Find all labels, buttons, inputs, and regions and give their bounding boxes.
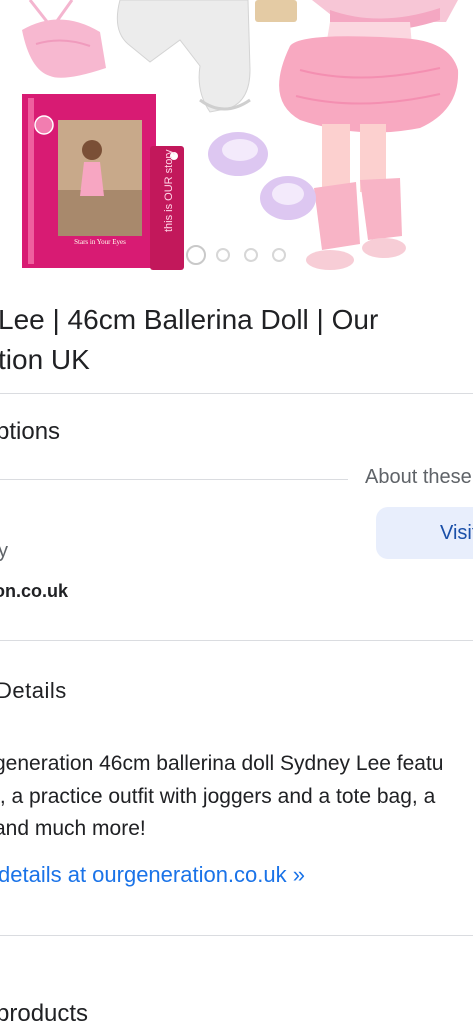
seller-label: y <box>0 540 8 563</box>
bookmark-image: this is OUR story <box>150 146 184 270</box>
ticket-tag-image <box>255 0 297 22</box>
doll-image <box>279 0 458 270</box>
product-title: Lee | 46cm Ballerina Doll | Our tion UK <box>0 300 473 380</box>
divider <box>0 393 473 394</box>
carousel-dot-3[interactable] <box>244 248 258 262</box>
carousel-dot-2[interactable] <box>216 248 230 262</box>
carousel-dot-1[interactable] <box>186 245 206 265</box>
product-image-carousel[interactable]: Stars in Your Eyes this is OUR story <box>0 0 473 275</box>
description-line: generation 46cm ballerina doll Sydney Le… <box>0 748 473 781</box>
carousel-dot-4[interactable] <box>272 248 286 262</box>
more-details-link[interactable]: details at ourgeneration.co.uk » <box>0 862 305 888</box>
book-image: Stars in Your Eyes <box>22 94 156 268</box>
bookmark-text: this is OUR story <box>163 149 175 232</box>
seller-domain[interactable]: on.co.uk <box>0 581 68 602</box>
description-line: and much more! <box>0 813 473 846</box>
details-heading: Details <box>0 678 67 704</box>
divider <box>0 479 348 480</box>
description-line: t, a practice outfit with joggers and a … <box>0 781 473 814</box>
book-title-text: Stars in Your Eyes <box>74 238 126 246</box>
divider <box>0 935 473 936</box>
about-these-results-link[interactable]: About these <box>365 466 472 489</box>
product-description: generation 46cm ballerina doll Sydney Le… <box>0 748 473 846</box>
divider <box>0 640 473 641</box>
visit-site-button[interactable]: Visit <box>376 507 473 559</box>
product-photo: Stars in Your Eyes this is OUR story <box>0 0 473 275</box>
tote-bag-image <box>22 0 106 78</box>
options-heading[interactable]: ptions <box>0 418 60 446</box>
product-title-line-2: tion UK <box>0 340 473 380</box>
ballet-slippers-image <box>208 132 316 220</box>
product-title-line-1: Lee | 46cm Ballerina Doll | Our <box>0 300 473 340</box>
